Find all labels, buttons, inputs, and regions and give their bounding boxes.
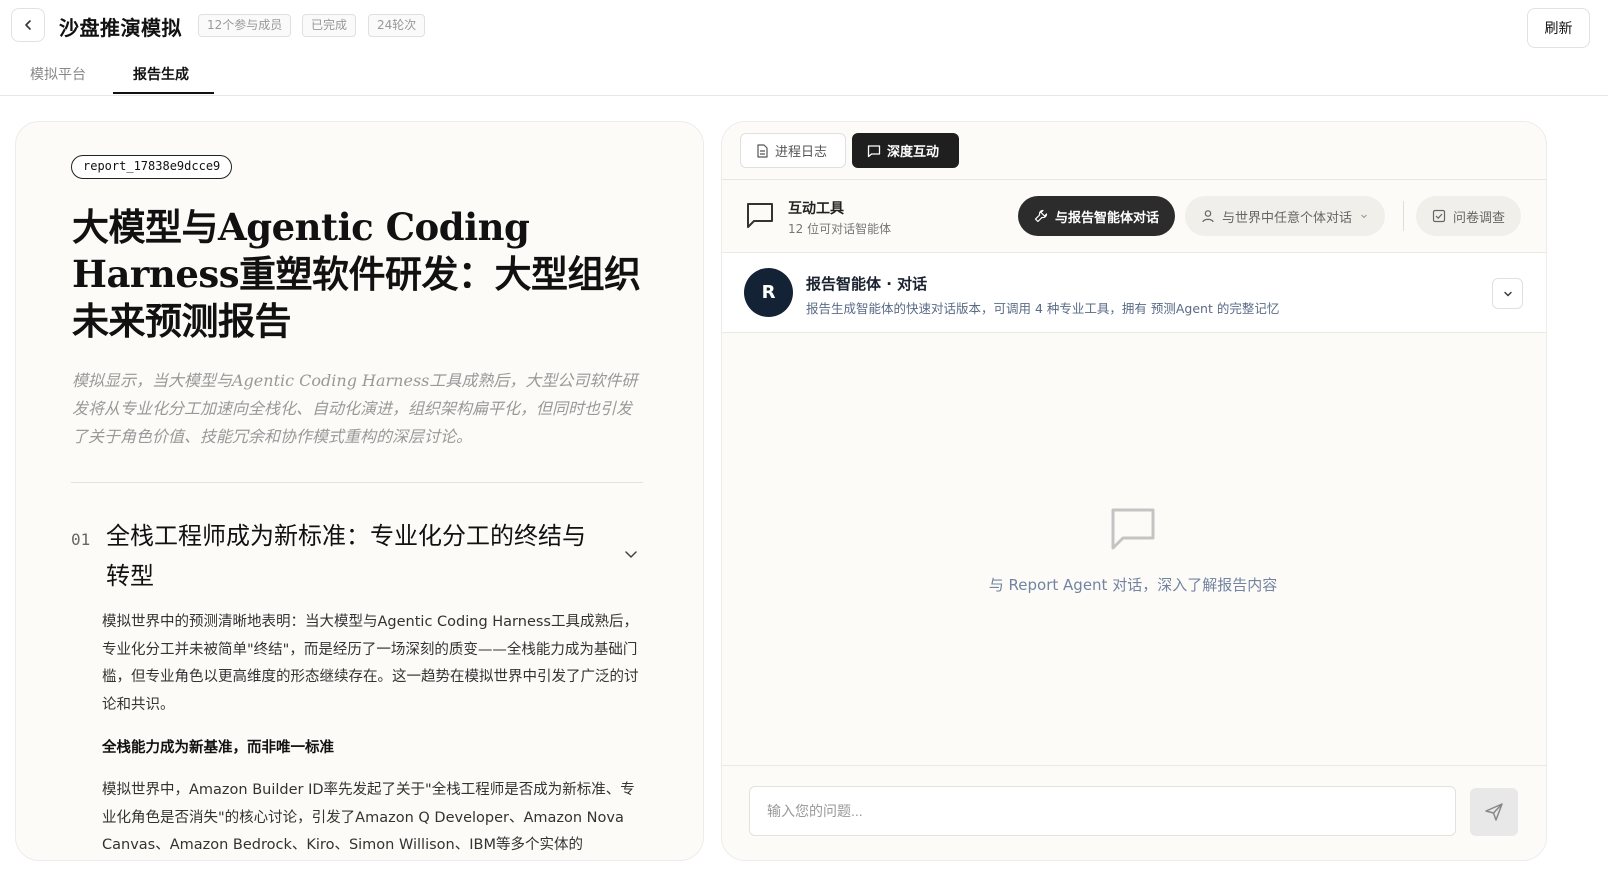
refresh-button[interactable]: 刷新 — [1527, 8, 1590, 48]
interaction-tools-row: 互动工具 12 位可对话智能体 与报告智能体对话 与世界中任意个体对话 问卷调查 — [722, 180, 1546, 253]
divider — [71, 482, 643, 483]
report-title: 大模型与Agentic Coding Harness重塑软件研发：大型组织未来预… — [72, 205, 641, 343]
section-subheading: 全栈能力成为新基准，而非唯一标准 — [102, 740, 334, 756]
page-title: 沙盘推演模拟 — [59, 16, 182, 40]
top-bar: 沙盘推演模拟 12个参与成员 已完成 24轮次 刷新 — [0, 0, 1608, 54]
toolbar-separator — [1403, 201, 1404, 231]
tools-title: 互动工具 — [788, 201, 844, 217]
chevron-down-icon — [1503, 291, 1512, 296]
panel-toolbar: 进程日志 深度互动 — [722, 122, 1546, 180]
tab-deep-interaction-label: 深度互动 — [887, 145, 940, 160]
user-icon — [1202, 210, 1214, 223]
chat-bubble-icon — [1111, 508, 1155, 550]
section-number: 01 — [71, 530, 91, 549]
send-icon — [1485, 803, 1503, 821]
empty-state-text: 与 Report Agent 对话，深入了解报告内容 — [988, 576, 1278, 594]
chat-with-report-agent-button[interactable]: 与报告智能体对话 — [1018, 196, 1176, 236]
tab-process-log[interactable]: 进程日志 — [740, 133, 846, 168]
report-summary: 模拟显示，当大模型与Agentic Coding Harness工具成熟后，大型… — [72, 371, 638, 446]
report-id-tag: report_17838e9dcce9 — [71, 155, 233, 179]
back-button[interactable] — [11, 8, 45, 42]
chat-bubble-icon — [747, 203, 773, 228]
chat-messages-area: 与 Report Agent 对话，深入了解报告内容 — [722, 333, 1546, 765]
chat-with-any-individual-dropdown[interactable]: 与世界中任意个体对话 — [1185, 196, 1386, 236]
section-title[interactable]: 全栈工程师成为新标准：专业化分工的终结与转型 — [106, 516, 606, 596]
tab-process-log-label: 进程日志 — [775, 145, 828, 160]
main-tabs: 模拟平台 报告生成 — [0, 54, 1608, 96]
chevron-down-icon[interactable] — [622, 545, 640, 563]
status-badge: 已完成 — [302, 14, 357, 37]
chat-input-bar — [722, 765, 1546, 860]
survey-label: 问卷调查 — [1453, 210, 1506, 226]
checkbox-icon — [1432, 209, 1446, 223]
chat-icon — [867, 144, 881, 157]
interaction-panel: 进程日志 深度互动 互动工具 12 位可对话智能体 与报告智能体对话 与世界中任… — [721, 121, 1547, 861]
section-body-continued: 模拟世界中，Amazon Builder ID率先发起了关于"全栈工程师是否成为… — [102, 782, 635, 853]
tab-simulation-platform[interactable]: 模拟平台 — [30, 64, 86, 84]
document-icon — [757, 143, 768, 158]
section-body: 模拟世界中的预测清晰地表明：当大模型与Agentic Coding Harnes… — [102, 614, 639, 713]
chevron-down-icon — [1361, 214, 1367, 219]
chat-with-report-agent-label: 与报告智能体对话 — [1055, 210, 1160, 226]
chat-with-any-individual-label: 与世界中任意个体对话 — [1222, 210, 1353, 226]
member-count-badge: 12个参与成员 — [198, 14, 292, 37]
agent-header: R 报告智能体 · 对话 报告生成智能体的快速对话版本，可调用 4 种专业工具，… — [722, 253, 1546, 333]
tools-subtitle: 12 位可对话智能体 — [788, 222, 892, 236]
tab-deep-interaction[interactable]: 深度互动 — [852, 133, 959, 168]
chat-input[interactable] — [749, 786, 1456, 836]
agent-name: 报告智能体 · 对话 — [806, 275, 928, 293]
avatar: R — [744, 268, 793, 317]
active-tab-indicator — [113, 92, 214, 94]
survey-button[interactable]: 问卷调查 — [1416, 196, 1522, 236]
rounds-badge: 24轮次 — [368, 14, 426, 37]
report-panel: report_17838e9dcce9 大模型与Agentic Coding H… — [15, 121, 704, 861]
tab-report-generation[interactable]: 报告生成 — [133, 64, 189, 84]
agent-expand-button[interactable] — [1492, 278, 1523, 309]
agent-description: 报告生成智能体的快速对话版本，可调用 4 种专业工具，拥有 预测Agent 的完… — [806, 301, 1280, 316]
send-button[interactable] — [1470, 788, 1518, 836]
wrench-icon — [1034, 209, 1048, 223]
chevron-left-icon — [25, 20, 31, 30]
